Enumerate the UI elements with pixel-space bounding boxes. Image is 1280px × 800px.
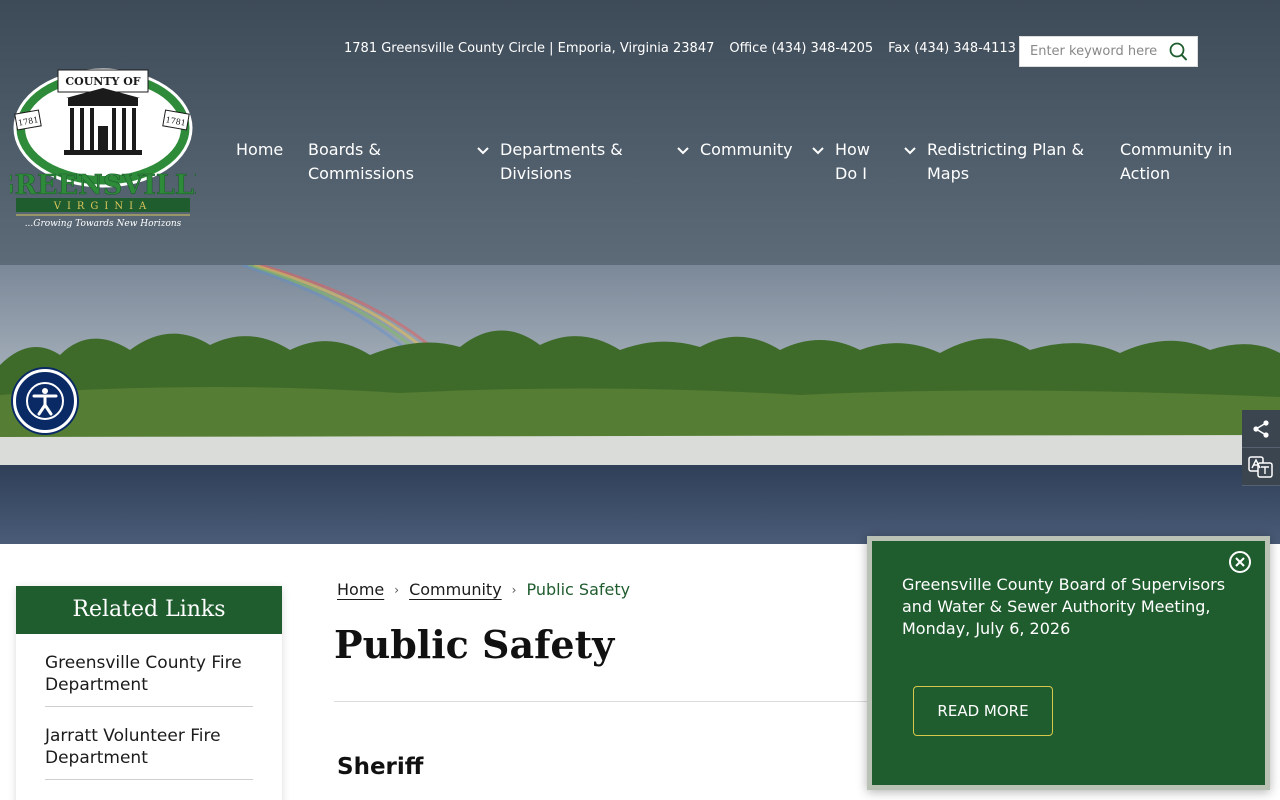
contact-bar: 1781 Greensville County Circle | Emporia… [344,41,1016,56]
office-phone[interactable]: Office (434) 348-4205 [729,41,873,56]
search-box [1019,36,1198,67]
share-button[interactable] [1242,410,1280,448]
logo-tagline: ...Growing Towards New Horizons [25,219,182,229]
translate-icon [1248,455,1273,478]
announcement-text: Greensville County Board of Supervisors … [902,575,1226,638]
chevron-right-icon: › [394,582,400,597]
side-toolbar [1242,410,1280,486]
close-icon [1235,557,1245,567]
related-links-panel: Related Links Greensville County Fire De… [16,586,282,800]
breadcrumb-home[interactable]: Home [337,580,384,599]
nav-label-line2: Maps [927,164,970,183]
nav-label-line1: Community in [1120,140,1233,159]
breadcrumb-community[interactable]: Community [409,580,502,599]
breadcrumb-current: Public Safety [526,580,631,599]
related-link-jarratt-fire[interactable]: Jarratt Volunteer Fire Department [45,707,253,780]
nav-home[interactable]: Home [236,138,283,162]
search-icon[interactable] [1165,39,1191,65]
nav-community-in-action[interactable]: Community in Action [1120,138,1232,186]
close-button[interactable] [1229,551,1251,573]
chevron-right-icon: › [511,582,517,597]
chevron-down-icon[interactable] [476,146,490,156]
site-header: 1781 Greensville County Circle | Emporia… [0,0,1280,265]
nav-how-do-i[interactable]: How Do I [835,138,870,186]
nav-community[interactable]: Community [700,138,793,162]
breadcrumb: Home › Community › Public Safety [337,580,630,599]
accessibility-button[interactable] [13,369,77,433]
nav-departments-divisions[interactable]: Departments & Divisions [500,138,623,186]
nav-label-line2: Do I [835,164,867,183]
nav-label-line2: Divisions [500,164,572,183]
nav-label-line2: Commissions [308,164,414,183]
nav-label-line1: Boards & [308,140,381,159]
fax-number: Fax (434) 348-4113 [888,41,1016,56]
address-text: 1781 Greensville County Circle | Emporia… [344,41,715,56]
nav-home-label: Home [236,140,284,159]
chevron-down-icon[interactable] [903,146,917,156]
accessibility-icon [26,382,64,420]
read-more-button[interactable]: READ MORE [913,686,1053,736]
related-link-volunteer[interactable]: Greensville Volunteer [45,780,253,800]
chevron-down-icon[interactable] [676,146,690,156]
title-divider [334,701,880,702]
hero-image [0,265,1280,544]
nav-boards-commissions[interactable]: Boards & Commissions [308,138,414,186]
related-links-list: Greensville County Fire Department Jarra… [16,634,282,800]
related-link-fire-department[interactable]: Greensville County Fire Department [45,634,253,707]
nav-label-line1: Redistricting Plan & [927,140,1084,159]
translate-button[interactable] [1242,448,1280,486]
section-heading: Sheriff [337,754,424,780]
nav-label-line1: How [835,140,870,159]
logo-state: VIRGINIA [53,201,153,212]
related-links-title: Related Links [16,586,282,634]
page-title: Public Safety [334,622,615,667]
share-icon [1253,419,1269,438]
nav-redistricting[interactable]: Redistricting Plan & Maps [927,138,1084,186]
main-navigation: Home Boards & Commissions Departments & … [0,138,1280,198]
nav-label-line1: Community [700,140,793,159]
search-input[interactable] [1020,37,1165,66]
logo-top-text: COUNTY OF [65,75,140,88]
nav-label-line1: Departments & [500,140,623,159]
announcement-popup: Greensville County Board of Supervisors … [867,536,1270,790]
chevron-down-icon[interactable] [811,146,825,156]
nav-label-line2: Action [1120,164,1171,183]
